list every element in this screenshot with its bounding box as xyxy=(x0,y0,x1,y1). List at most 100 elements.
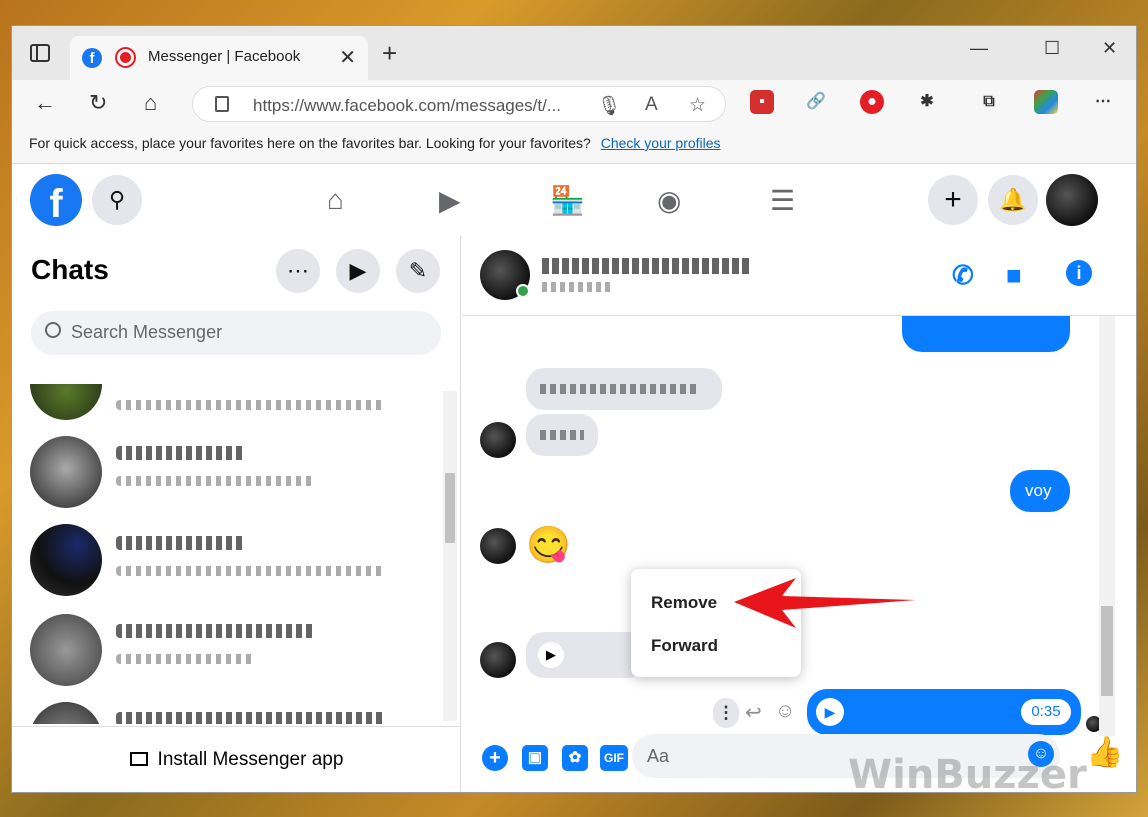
chats-title: Chats xyxy=(31,254,109,285)
browser-window: f Messenger | Facebook ✕ + — ☐ ✕ ← ↻ ⌂ h… xyxy=(11,25,1137,793)
message-text xyxy=(540,384,700,394)
groups-nav-icon[interactable]: ◉ xyxy=(657,184,681,217)
message-text xyxy=(540,430,584,440)
avatar xyxy=(30,524,102,596)
add-favorite-icon[interactable]: ☆ xyxy=(689,94,706,117)
favorites-bar: For quick access, place your favorites h… xyxy=(12,126,1136,164)
watch-nav-icon[interactable]: ▶ xyxy=(439,184,461,217)
list-item-preview xyxy=(116,400,386,410)
list-item-preview xyxy=(116,566,386,576)
message-bubble[interactable] xyxy=(526,368,722,410)
more-actions-icon[interactable]: + xyxy=(482,745,508,771)
gif-icon[interactable]: GIF xyxy=(600,745,628,771)
collections-icon[interactable]: ⧉ xyxy=(977,90,1001,114)
info-icon[interactable]: i xyxy=(1066,260,1092,286)
conversation-header: ✆ ■ i xyxy=(462,236,1136,316)
conversation-scrollbar[interactable] xyxy=(1099,316,1115,736)
notifications-icon[interactable]: 🔔 xyxy=(988,175,1038,225)
close-tab-icon[interactable]: ✕ xyxy=(339,45,356,70)
list-item[interactable] xyxy=(12,606,442,694)
new-tab-icon[interactable]: + xyxy=(382,38,397,69)
react-icon[interactable]: ☺ xyxy=(775,700,795,723)
watermark: WinBuzzer xyxy=(848,752,1087,798)
address-bar[interactable]: https://www.facebook.com/messages/t/... … xyxy=(192,86,726,122)
message-bubble[interactable] xyxy=(526,414,598,456)
tab-title: Messenger | Facebook xyxy=(148,48,301,65)
install-messenger-button[interactable]: Install Messenger app xyxy=(12,726,461,792)
conversation-panel: ✆ ■ i voy 😋 ▶ Remove Forward ⋮ ↩ ☺ ▶ 0:3… xyxy=(462,236,1136,792)
extension-recorder-icon[interactable]: ▪ xyxy=(750,90,774,114)
adblock-icon[interactable]: ● xyxy=(860,90,884,114)
video-call-icon[interactable]: ■ xyxy=(1006,260,1022,291)
list-item[interactable] xyxy=(12,428,442,516)
search-messenger-input[interactable]: Search Messenger xyxy=(31,311,441,355)
list-item-name xyxy=(116,536,246,550)
phone-call-icon[interactable]: ✆ xyxy=(952,260,974,291)
list-item[interactable] xyxy=(12,694,442,724)
minimize-icon[interactable]: — xyxy=(970,38,988,59)
install-label: Install Messenger app xyxy=(157,749,344,770)
chat-list xyxy=(12,384,442,724)
reply-icon[interactable]: ↩ xyxy=(745,700,762,725)
chat-list-scrollbar[interactable] xyxy=(443,391,457,721)
list-item[interactable] xyxy=(12,384,442,428)
attach-photo-icon[interactable]: ▣ xyxy=(522,745,548,771)
list-item-name xyxy=(116,712,386,724)
home-icon[interactable]: ⌂ xyxy=(144,90,157,116)
favorites-bar-text: For quick access, place your favorites h… xyxy=(29,135,591,151)
extensions-icon[interactable]: ✱ xyxy=(915,90,939,114)
link-icon[interactable]: 🔗 xyxy=(804,90,828,114)
contact-name[interactable] xyxy=(542,258,752,274)
audio-message-sent[interactable]: ▶ 0:35 xyxy=(807,689,1081,735)
audio-message-received[interactable]: ▶ xyxy=(526,632,646,678)
check-profiles-link[interactable]: Check your profiles xyxy=(601,135,721,151)
emoji-message[interactable]: 😋 xyxy=(526,524,571,566)
menu-nav-icon[interactable]: ☰ xyxy=(770,184,795,217)
url-text: https://www.facebook.com/messages/t/... xyxy=(253,96,562,115)
play-icon[interactable]: ▶ xyxy=(816,698,844,726)
avatar xyxy=(30,384,102,420)
read-aloud-icon[interactable]: A xyxy=(645,94,658,116)
play-icon[interactable]: ▶ xyxy=(538,642,564,668)
contact-avatar-small xyxy=(480,422,516,458)
red-arrow-annotation xyxy=(734,578,916,628)
list-item-name xyxy=(116,624,316,638)
more-icon[interactable]: ⋯ xyxy=(1091,90,1115,114)
message-bubble-voy[interactable]: voy xyxy=(1010,470,1070,512)
maximize-icon[interactable]: ☐ xyxy=(1044,38,1060,59)
scrollbar-thumb[interactable] xyxy=(445,473,455,543)
browser-tab[interactable]: f Messenger | Facebook ✕ xyxy=(70,36,368,80)
remove-menu-item[interactable]: Remove xyxy=(651,593,717,613)
back-icon[interactable]: ← xyxy=(34,90,56,116)
home-nav-icon[interactable]: ⌂ xyxy=(327,184,344,216)
forward-menu-item[interactable]: Forward xyxy=(651,636,718,656)
profile-extension-icon[interactable] xyxy=(1034,90,1058,114)
like-icon[interactable]: 👍 xyxy=(1086,735,1123,770)
profile-avatar[interactable] xyxy=(1046,174,1098,226)
new-message-icon[interactable]: ✎ xyxy=(396,249,440,293)
microphone-icon[interactable]: 🎙 xyxy=(597,94,621,118)
marketplace-nav-icon[interactable]: 🏪 xyxy=(550,184,585,217)
contact-avatar-small xyxy=(480,642,516,678)
online-status-icon xyxy=(516,284,530,298)
avatar xyxy=(30,436,102,508)
avatar xyxy=(30,614,102,686)
sticker-icon[interactable]: ✿ xyxy=(562,745,588,771)
list-item-name xyxy=(116,446,246,460)
create-icon[interactable]: + xyxy=(928,175,978,225)
more-options-icon[interactable]: ⋮ xyxy=(713,698,739,728)
close-window-icon[interactable]: ✕ xyxy=(1102,38,1117,59)
facebook-top-nav: f ⚲ ⌂ ▶ 🏪 ◉ ☰ + 🔔 xyxy=(12,164,1136,236)
facebook-logo[interactable]: f xyxy=(30,174,82,226)
search-icon[interactable]: ⚲ xyxy=(92,175,142,225)
scrollbar-thumb[interactable] xyxy=(1101,606,1113,696)
refresh-icon[interactable]: ↻ xyxy=(89,90,107,116)
list-item[interactable] xyxy=(12,518,442,606)
new-room-icon[interactable]: ▶ xyxy=(336,249,380,293)
message-bubble-partial[interactable] xyxy=(902,316,1070,352)
list-item-preview xyxy=(116,654,256,664)
desktop-icon xyxy=(129,752,148,766)
sidebar-toggle-icon[interactable] xyxy=(30,44,50,62)
contact-avatar-small xyxy=(480,528,516,564)
chats-options-icon[interactable]: ⋯ xyxy=(276,249,320,293)
